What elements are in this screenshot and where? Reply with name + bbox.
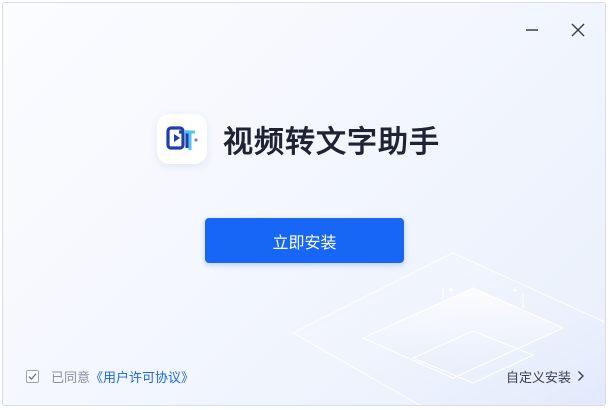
minimize-button[interactable] [519,17,545,43]
app-logo [157,114,207,164]
license-link[interactable]: 《用户许可协议》 [90,367,194,386]
custom-install-link[interactable]: 自定义安装 [506,366,585,386]
agree-prefix: 已同意 [51,370,91,386]
app-title: 视频转文字助手 [223,125,440,160]
video-to-text-logo-icon [166,126,198,150]
app-brand: 视频转文字助手 [157,113,440,165]
agree-checkbox[interactable] [26,369,39,383]
install-now-button[interactable]: 立即安装 [205,218,404,263]
background-decoration [291,252,605,405]
chevron-right-icon [577,370,585,382]
close-icon [571,23,585,37]
check-icon [28,372,37,380]
minimize-icon [526,29,538,31]
installer-window: 视频转文字助手 立即安装 已同意 《用户许可协议》 自定义安装 [2,2,606,406]
close-button[interactable] [565,17,591,43]
custom-install-label: 自定义安装 [506,370,572,386]
license-agreement: 已同意 《用户许可协议》 [26,366,194,386]
